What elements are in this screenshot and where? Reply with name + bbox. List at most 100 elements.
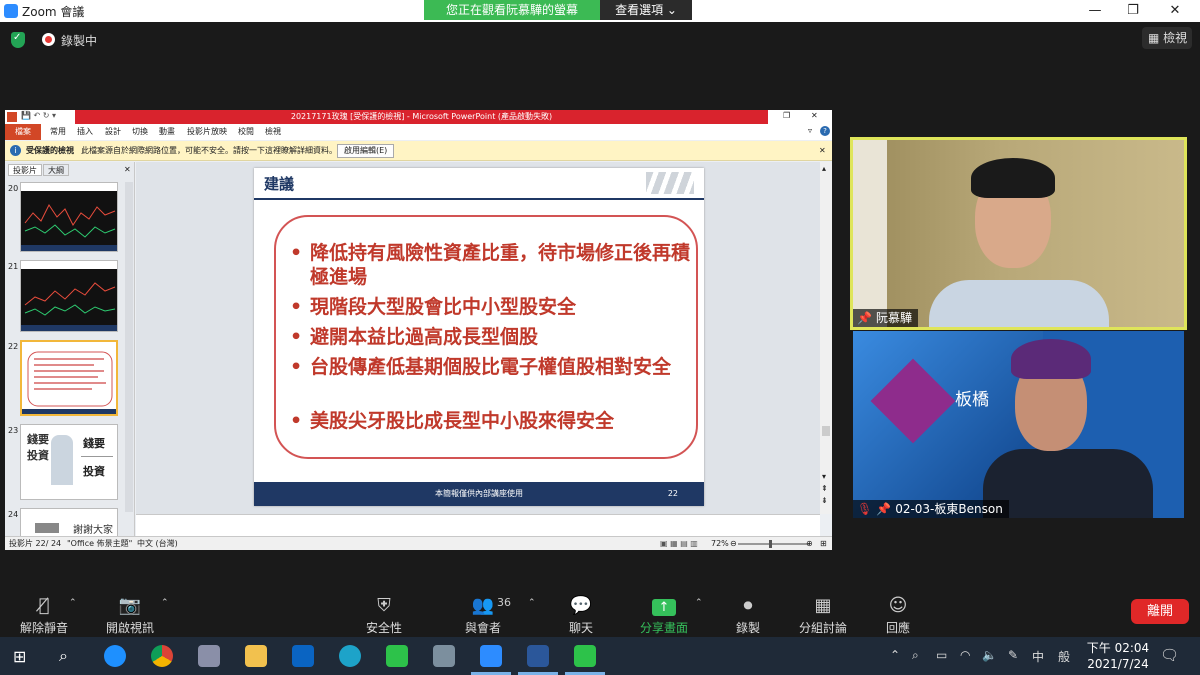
tray-expand-icon[interactable]: ⌃	[890, 648, 900, 662]
reactions-button[interactable]: ☺ 回應	[858, 593, 938, 636]
breakout-rooms-button[interactable]: ▦ 分組討論	[783, 593, 863, 636]
volume-icon[interactable]: 🔈	[982, 648, 997, 662]
ribbon-tab-animations[interactable]: 動畫	[159, 126, 175, 137]
protected-view-message[interactable]: 此檔案源自於網際網路位置，可能不安全。請按一下這裡瞭解詳細資料。	[81, 141, 337, 161]
participant-name: 02-03-板東Benson	[895, 502, 1003, 516]
slide-thumbnail[interactable]	[20, 182, 118, 252]
windows-start-icon[interactable]: ⊞	[13, 647, 26, 666]
pane-scrollbar[interactable]	[125, 182, 133, 512]
video-tile-active-speaker[interactable]: 📌 阮慕驊	[850, 137, 1187, 330]
file-explorer-icon[interactable]	[245, 645, 267, 667]
notification-icon[interactable]: 🗨	[1160, 646, 1179, 664]
minimize-button[interactable]: —	[1075, 1, 1115, 21]
fit-slide-icon[interactable]: ⊞	[820, 537, 827, 550]
quick-access-toolbar[interactable]: 💾 ↶ ↻ ▾	[21, 111, 56, 120]
close-warning-icon[interactable]: ✕	[819, 141, 826, 161]
wifi-icon[interactable]: ◠	[960, 648, 970, 662]
thumbnail-number: 22	[8, 342, 19, 351]
zoom-taskbar-icon[interactable]	[480, 645, 502, 667]
audio-options-caret[interactable]: ⌃	[69, 598, 77, 608]
pane-tab-slides[interactable]: 投影片	[8, 164, 42, 176]
snipping-tool-icon[interactable]	[198, 645, 220, 667]
ribbon-tab-home[interactable]: 常用	[50, 126, 66, 137]
text-slide-thumbnail	[22, 351, 116, 414]
pane-close-icon[interactable]: ✕	[124, 165, 131, 174]
chrome-icon[interactable]	[151, 645, 173, 667]
ribbon-tab-view[interactable]: 檢視	[265, 126, 281, 137]
internet-explorer-icon[interactable]	[104, 645, 126, 667]
bullet-text: 避開本益比過高成長型個股	[310, 326, 539, 348]
view-layout-button[interactable]: ▦ 檢視	[1142, 27, 1192, 49]
ribbon-tab-insert[interactable]: 插入	[77, 126, 93, 137]
slide-thumbnail[interactable]	[20, 260, 118, 332]
zoom-slider[interactable]	[738, 540, 810, 548]
tray-app-icon[interactable]: ⌕	[912, 648, 919, 663]
edge-icon[interactable]	[339, 645, 361, 667]
chat-button[interactable]: 💬 聊天	[541, 593, 621, 636]
ppt-restore-icon[interactable]: ❐	[783, 111, 790, 120]
share-options-caret[interactable]: ⌃	[695, 598, 703, 608]
ppt-status-bar: 投影片 22/ 24 "Office 佈景主題" 中文 (台灣) ▣ ▦ ▤ ▥…	[5, 536, 832, 550]
slide-thumbnail-selected[interactable]	[20, 340, 118, 416]
scroll-thumb[interactable]	[822, 426, 830, 436]
ime-mode-indicator[interactable]: 般	[1058, 648, 1070, 665]
share-screen-button[interactable]: ↑ 分享畫面	[624, 593, 704, 636]
slide-vertical-scrollbar[interactable]: ▴ ▾ ⇞ ⇟	[820, 162, 832, 514]
scroll-up-icon[interactable]: ▴	[822, 164, 826, 173]
ime-indicator[interactable]: 中	[1032, 648, 1044, 665]
pen-icon[interactable]: ✎	[1008, 648, 1018, 662]
search-icon[interactable]: ⌕	[59, 646, 68, 666]
previous-slide-icon[interactable]: ⇞	[821, 484, 828, 493]
video-options-caret[interactable]: ⌃	[161, 598, 169, 608]
info-icon: i	[10, 145, 21, 156]
video-tile-participant[interactable]: 板橋 社 🎙📌02-03-板東Benson	[853, 331, 1184, 518]
view-options-button[interactable]: 查看選項 ⌄	[600, 0, 692, 20]
app-icon[interactable]	[433, 645, 455, 667]
security-label: 安全性	[365, 621, 402, 635]
enable-editing-button[interactable]: 啟用編輯(E)	[337, 144, 395, 158]
scroll-down-icon[interactable]: ▾	[822, 472, 826, 481]
ribbon-tab-design[interactable]: 設計	[105, 126, 121, 137]
ribbon-tab-review[interactable]: 校閱	[238, 126, 254, 137]
system-clock[interactable]: 下午 02:04 2021/7/24	[1082, 640, 1154, 672]
notes-area[interactable]	[136, 514, 820, 536]
slide-title: 建議	[264, 175, 295, 193]
leave-meeting-button[interactable]: 離開	[1131, 599, 1189, 624]
view-mode-icons[interactable]: ▣ ▦ ▤ ▥	[660, 537, 698, 550]
start-video-button[interactable]: 📷 開啟視訊	[90, 593, 170, 636]
encryption-shield-icon[interactable]	[11, 32, 25, 48]
theme-name: "Office 佈景主題"	[67, 539, 133, 548]
maximize-button[interactable]: ❐	[1113, 1, 1153, 21]
participant-hair	[1011, 339, 1091, 379]
slide-editing-area: 建議 • 降低持有風險性資產比重，待市場修正後再積極進場 • 現階段大型股會比中小型…	[136, 162, 820, 514]
word-icon[interactable]	[527, 645, 549, 667]
zoom-in-icon[interactable]: ⊕	[806, 537, 813, 550]
slide-thumbnail[interactable]: 錢要 投資 錢要 投資	[20, 424, 118, 500]
record-button[interactable]: ⏺ 錄製	[708, 593, 788, 636]
line-icon[interactable]	[574, 645, 596, 667]
outlook-icon[interactable]	[292, 645, 314, 667]
ppt-close-icon[interactable]: ✕	[811, 111, 818, 120]
security-button[interactable]: ⛨ 安全性	[344, 593, 424, 636]
zoom-slider-knob[interactable]	[769, 540, 772, 548]
ribbon-tab-file[interactable]: 檔案	[5, 124, 41, 140]
ribbon-collapse-icon[interactable]: ▿	[808, 126, 812, 135]
pane-tab-outline[interactable]: 大綱	[43, 164, 69, 176]
next-slide-icon[interactable]: ⇟	[821, 496, 828, 505]
ribbon-tab-slideshow[interactable]: 投影片放映	[187, 126, 227, 137]
line-icon[interactable]	[386, 645, 408, 667]
window-title-bar: Zoom 會議 您正在觀看阮慕驊的螢幕 查看選項 ⌄ — ❐ ✕	[0, 0, 1200, 22]
powerpoint-icon	[7, 112, 17, 122]
slide-thumbnail[interactable]: 謝謝大家	[20, 508, 118, 538]
thumbnail-number: 23	[8, 426, 19, 435]
zoom-out-icon[interactable]: ⊖	[730, 537, 737, 550]
close-window-button[interactable]: ✕	[1155, 1, 1195, 21]
participants-options-caret[interactable]: ⌃	[528, 598, 536, 608]
participants-button[interactable]: 👥 與會者	[443, 593, 523, 636]
author-photo	[51, 435, 73, 485]
ribbon-tab-transitions[interactable]: 切換	[132, 126, 148, 137]
current-slide[interactable]: 建議 • 降低持有風險性資產比重，待市場修正後再積極進場 • 現階段大型股會比中小型…	[254, 168, 704, 506]
help-icon[interactable]: ?	[820, 126, 830, 136]
recording-label: 錄製中	[61, 34, 98, 48]
battery-icon[interactable]: ▭	[936, 648, 947, 662]
